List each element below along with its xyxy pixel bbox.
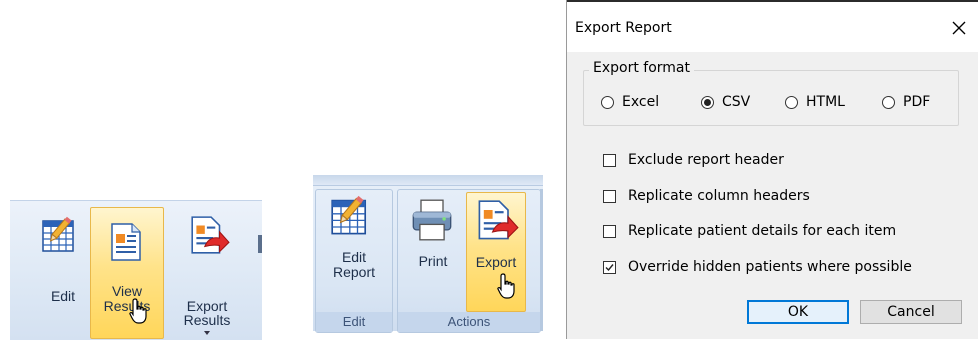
divider: [258, 235, 262, 253]
checkbox-label: Override hidden patients where possible: [628, 259, 912, 275]
radio-label: Excel: [622, 94, 660, 110]
mouse-cursor-icon: [497, 273, 517, 299]
divider: [540, 189, 543, 331]
dialog-title: Export Report: [575, 20, 672, 36]
edit-report-button[interactable]: Edit Report: [316, 190, 392, 310]
radio-excel[interactable]: Excel: [601, 94, 659, 110]
checkbox-override-hidden-patients[interactable]: Override hidden patients where possible: [603, 259, 912, 275]
print-label: Print: [418, 253, 448, 269]
checkbox-exclude-header[interactable]: Exclude report header: [603, 152, 784, 168]
edit-label: Edit: [341, 249, 367, 265]
edit-label: Edit: [50, 288, 76, 304]
radio-label: HTML: [806, 94, 845, 110]
checkbox-box[interactable]: [603, 153, 616, 167]
group-edit: Edit Report Edit: [315, 189, 393, 333]
radio-label: PDF: [903, 94, 931, 110]
results-label: Results: [103, 298, 151, 314]
divider: [567, 0, 978, 2]
printer-icon: [410, 198, 454, 242]
radio-circle[interactable]: [882, 95, 895, 109]
group-actions: Print Export Actions: [397, 189, 541, 333]
view-label: View: [111, 283, 143, 299]
export-label: Export: [475, 254, 517, 270]
print-button[interactable]: Print: [404, 190, 462, 310]
export-results-icon: [188, 215, 230, 257]
chevron-down-icon: [204, 331, 210, 335]
results-label: Results: [183, 312, 231, 328]
export-icon: [475, 199, 519, 243]
close-icon[interactable]: [947, 16, 971, 40]
radio-html[interactable]: HTML: [785, 94, 845, 110]
group-edit-label: Edit: [316, 312, 392, 332]
checkmark-icon: [605, 263, 614, 271]
export-format-legend: Export format: [589, 60, 694, 76]
checkbox-label: Exclude report header: [628, 152, 784, 168]
radio-label: CSV: [722, 94, 751, 110]
export-results-button[interactable]: Export Results: [170, 215, 244, 335]
edit-button[interactable]: Edit: [38, 215, 88, 327]
checkbox-replicate-column-headers[interactable]: Replicate column headers: [603, 188, 810, 204]
report-label: Report: [332, 264, 376, 280]
radio-csv[interactable]: CSV: [701, 94, 750, 110]
dialog-titlebar[interactable]: Export Report: [567, 0, 978, 52]
mouse-cursor-icon: [129, 298, 149, 324]
radio-pdf[interactable]: PDF: [882, 94, 930, 110]
checkbox-label: Replicate patient details for each item: [628, 223, 897, 239]
radio-circle[interactable]: [601, 95, 614, 109]
document-report-icon: [106, 222, 146, 262]
table-edit-icon: [330, 194, 374, 238]
ribbon-groups: Edit Report Edit Print Export Actions: [313, 175, 543, 333]
ok-button[interactable]: OK: [747, 300, 849, 324]
cancel-button[interactable]: Cancel: [860, 300, 962, 324]
export-button[interactable]: Export: [466, 192, 526, 312]
ribbon-toolbar: Edit View Results Export Results: [10, 200, 262, 340]
radio-circle[interactable]: [785, 95, 798, 109]
radio-circle[interactable]: [701, 95, 714, 109]
table-edit-icon: [41, 215, 81, 255]
ribbon-tab-band: [313, 175, 543, 186]
checkbox-box[interactable]: [603, 189, 616, 203]
export-report-dialog: Export Report Export format Excel CSV HT…: [566, 0, 978, 339]
group-actions-label: Actions: [398, 312, 540, 332]
checkbox-replicate-patient-details[interactable]: Replicate patient details for each item: [603, 223, 896, 239]
view-results-button[interactable]: View Results: [90, 207, 164, 339]
checkbox-box[interactable]: [603, 260, 616, 274]
checkbox-label: Replicate column headers: [628, 188, 810, 204]
checkbox-box[interactable]: [603, 224, 616, 238]
